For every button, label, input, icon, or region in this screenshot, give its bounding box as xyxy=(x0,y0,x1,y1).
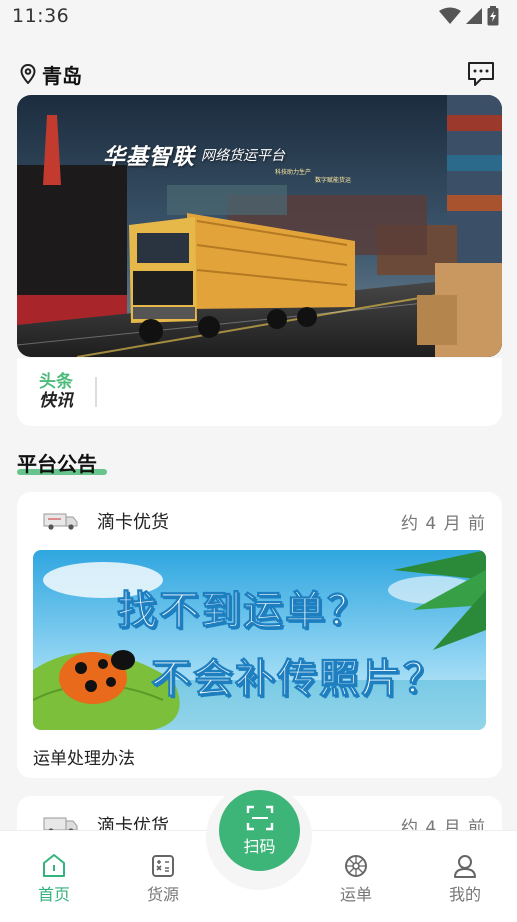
card-caption: 运单处理办法 xyxy=(33,749,135,769)
tab-home[interactable]: 首页 xyxy=(14,853,94,905)
status-bar: 11:36 xyxy=(0,0,517,32)
card-time: 约 4 月 前 xyxy=(400,513,486,534)
image-text-line2: 不会补传照片？ xyxy=(151,656,445,703)
card-source: 滴卡优货 xyxy=(43,508,169,534)
location-pin-icon xyxy=(20,64,36,84)
signal-icon xyxy=(466,8,482,24)
promo-banner[interactable]: 华基智联 网络货运平台 科技助力生产 数字赋能货运 xyxy=(17,95,502,357)
banner-title: 华基智联 xyxy=(103,144,196,170)
calculator-icon xyxy=(152,855,174,877)
headline-news-bar[interactable]: 头条 快讯 xyxy=(17,358,502,426)
status-icons xyxy=(439,6,499,26)
banner-subtitle: 网络货运平台 xyxy=(201,148,285,164)
announcement-image: 找不到运单？ 不会补传照片？ xyxy=(33,550,486,730)
section-title: 平台公告 xyxy=(17,452,97,476)
message-icon[interactable] xyxy=(467,61,495,87)
home-icon xyxy=(43,854,65,877)
user-icon xyxy=(454,855,476,878)
location-selector[interactable]: 青岛 xyxy=(20,60,82,89)
news-tag: 头条 快讯 xyxy=(39,373,73,411)
status-time: 11:36 xyxy=(12,5,70,27)
card-source-name: 滴卡优货 xyxy=(97,512,169,533)
truck-logo-icon xyxy=(43,513,78,530)
tab-orders-label: 运单 xyxy=(339,885,372,904)
tab-goods[interactable]: 货源 xyxy=(123,853,203,905)
tab-orders[interactable]: 运单 xyxy=(316,853,396,905)
news-tag-top: 头条 xyxy=(39,372,73,392)
city-name: 青岛 xyxy=(42,63,82,88)
tab-mine[interactable]: 我的 xyxy=(425,853,505,905)
scan-icon xyxy=(246,805,273,830)
news-divider xyxy=(95,377,97,407)
header: 青岛 xyxy=(0,56,517,92)
tab-home-label: 首页 xyxy=(37,885,70,904)
news-tag-bottom: 快讯 xyxy=(39,391,73,411)
scan-label: 扫码 xyxy=(243,836,276,856)
tab-mine-label: 我的 xyxy=(448,885,481,904)
wifi-icon xyxy=(439,7,461,24)
announcement-card[interactable]: 滴卡优货 约 4 月 前 xyxy=(17,492,502,778)
banner-truck-image xyxy=(17,95,502,357)
banner-tag-1: 科技助力生产 xyxy=(275,169,312,176)
banner-tag-2: 数字赋能货运 xyxy=(315,177,352,184)
battery-icon xyxy=(487,6,499,26)
scan-button[interactable]: 扫码 xyxy=(219,790,300,871)
card-header: 滴卡优货 约 4 月 前 xyxy=(17,492,502,550)
image-text-line1: 找不到运单？ xyxy=(117,588,369,635)
wheel-icon xyxy=(345,855,367,877)
tab-goods-label: 货源 xyxy=(146,885,179,904)
